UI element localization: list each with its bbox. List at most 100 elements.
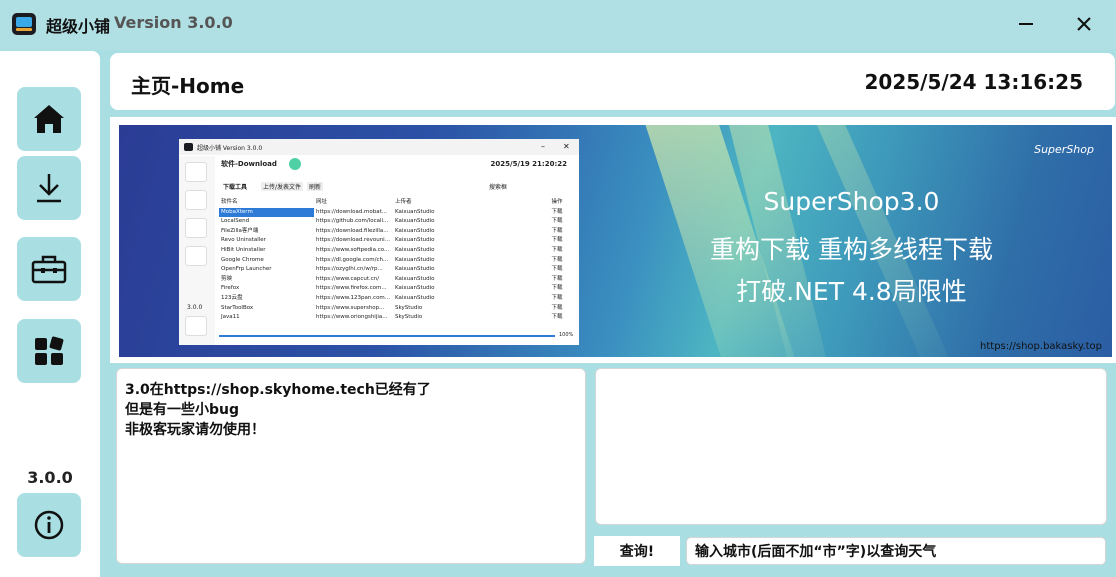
sidebar-item-apps[interactable]	[17, 319, 81, 383]
screenshot-title: 超级小铺 Version 3.0.0	[197, 145, 263, 152]
screenshot-cell: 下载	[551, 275, 563, 282]
announcement-line: 3.0在https://shop.skyhome.tech已经有了	[125, 382, 431, 398]
screenshot-table-row: 剪映 https://www.capcut.cn/KaixuanStudio 下载	[219, 275, 575, 285]
query-weather-button[interactable]: 查询!	[594, 536, 680, 566]
screenshot-cell: 下载	[551, 294, 563, 301]
screenshot-apps-icon	[185, 246, 207, 266]
sidebar-item-home[interactable]	[17, 87, 81, 151]
screenshot-table: 软件名 网址 上传者 操作 MobaXterm https://download.moba…	[219, 198, 575, 323]
screenshot-cell: https://ozyglhi.cn/w/rp...	[316, 266, 383, 273]
close-button[interactable]	[1064, 5, 1104, 43]
apps-icon	[35, 336, 64, 365]
screenshot-table-row: 123云盘 https://www.123pan.com... KaixuanStu…	[219, 294, 575, 304]
sidebar-item-toolbox[interactable]	[17, 237, 81, 301]
screenshot-cell: 下载	[551, 246, 563, 253]
screenshot-cell: KaixuanStudio	[395, 266, 435, 273]
screenshot-cell: Firefox	[221, 285, 240, 292]
sidebar: 3.0.0	[0, 51, 100, 577]
screenshot-table-row: FileZilla客户端 https://download.filezilla..…	[219, 227, 575, 237]
screenshot-table-header: 软件名 网址 上传者 操作	[219, 198, 575, 208]
weather-result-panel	[595, 368, 1107, 525]
app-version: Version 3.0.0	[114, 13, 233, 32]
screenshot-cell: 下载	[551, 304, 563, 311]
screenshot-table-row: HiBit Uninstaller https://www.softpedia.c…	[219, 246, 575, 256]
screenshot-cell: HiBit Uninstaller	[221, 246, 266, 253]
banner-app-screenshot: 超级小铺 Version 3.0.0 – ✕ 3.0.0 软件-Download…	[179, 139, 579, 345]
home-icon	[34, 105, 64, 133]
screenshot-info-icon	[185, 316, 207, 336]
screenshot-cell: KaixuanStudio	[395, 208, 435, 215]
screenshot-cell: StarToolBox	[221, 304, 254, 311]
sidebar-item-download[interactable]	[17, 156, 81, 220]
app-title: 超级小铺	[46, 17, 111, 36]
promo-banner[interactable]: 超级小铺 Version 3.0.0 – ✕ 3.0.0 软件-Download…	[119, 125, 1112, 357]
screenshot-cell: 下载	[551, 237, 563, 244]
screenshot-cell: KaixuanStudio	[395, 246, 435, 253]
info-icon	[34, 510, 64, 540]
screenshot-cell: 剪映	[221, 275, 233, 282]
screenshot-cell: https://www.softpedia.co...	[316, 246, 390, 253]
app-version-label: 3.0.0	[27, 468, 73, 487]
minimize-icon	[1019, 23, 1033, 25]
banner-logo: SuperShop	[1034, 143, 1094, 156]
screenshot-refresh-button: 刷新	[307, 182, 324, 191]
screenshot-cell: SkyStudio	[395, 314, 423, 321]
page-title: 主页-Home	[131, 74, 245, 98]
screenshot-minimize-icon: –	[541, 142, 545, 151]
screenshot-table-row: Java11 https://www.oriongshijia... SkyStud…	[219, 313, 575, 323]
datetime-clock: 2025/5/24 13:16:25	[864, 70, 1083, 94]
screenshot-cell: KaixuanStudio	[395, 256, 435, 263]
download-icon	[37, 174, 61, 203]
screenshot-cell: 下载	[551, 218, 563, 225]
screenshot-cell: https://www.firefox.com...	[316, 285, 387, 292]
screenshot-table-row: MobaXterm https://download.mobat... Kaixua…	[219, 207, 575, 218]
screenshot-app-icon	[184, 143, 193, 151]
screenshot-title-bar: 超级小铺 Version 3.0.0 – ✕	[179, 139, 579, 155]
screenshot-cell: Java11	[221, 314, 240, 321]
toolbox-icon	[31, 255, 67, 284]
screenshot-cell: 上传者	[395, 199, 412, 205]
banner-subline-1: 重构下载 重构多线程下载	[710, 235, 993, 264]
screenshot-upload-button: 上传/发表文件	[261, 182, 304, 191]
banner-url: https://shop.bakasky.top	[980, 341, 1102, 352]
screenshot-cell: MobaXterm	[219, 207, 314, 218]
screenshot-cell: OpenFrp Launcher	[221, 266, 272, 273]
title-bar: 超级小铺 Version 3.0.0	[0, 0, 1116, 50]
screenshot-go-icon	[289, 158, 301, 170]
screenshot-cell: 下载	[551, 256, 563, 263]
screenshot-cell: KaixuanStudio	[395, 275, 435, 282]
screenshot-search-box: 搜索框	[489, 184, 508, 191]
screenshot-cell: KaixuanStudio	[395, 294, 435, 301]
screenshot-cell: 操作	[551, 199, 563, 205]
screenshot-datetime: 2025/5/19 21:20:22	[490, 160, 567, 168]
minimize-button[interactable]	[1006, 5, 1046, 43]
screenshot-header: 软件-Download	[221, 160, 277, 168]
screenshot-toolbox-icon	[185, 218, 207, 238]
bottom-strip	[100, 572, 1116, 577]
screenshot-cell: https://www.123pan.com...	[316, 294, 391, 301]
screenshot-cell: https://www.oriongshijia...	[316, 314, 388, 321]
screenshot-cell: 网址	[316, 199, 328, 205]
screenshot-table-row: Google Chrome https://dl.google.com/ch...…	[219, 256, 575, 266]
screenshot-sidebar: 3.0.0	[179, 156, 215, 345]
screenshot-cell: https://download.mobat...	[316, 208, 388, 215]
screenshot-cell: LocalSend	[221, 218, 250, 225]
banner-container: 超级小铺 Version 3.0.0 – ✕ 3.0.0 软件-Download…	[110, 117, 1116, 363]
sidebar-item-about[interactable]	[17, 493, 81, 557]
screenshot-cell: KaixuanStudio	[395, 218, 435, 225]
screenshot-cell: KaixuanStudio	[395, 237, 435, 244]
announcement-line: 但是有一些小bug	[125, 402, 240, 418]
screenshot-table-row: Firefox https://www.firefox.com... Kaixuan…	[219, 284, 575, 294]
screenshot-cell: 下载	[551, 314, 563, 321]
announcement-panel: 3.0在https://shop.skyhome.tech已经有了 但是有一些小…	[116, 368, 586, 564]
screenshot-download-icon	[185, 190, 207, 210]
screenshot-table-row: LocalSend https://github.com/locali... Kai…	[219, 217, 575, 227]
screenshot-cell: 下载	[551, 227, 563, 234]
city-input[interactable]	[686, 537, 1106, 565]
close-icon	[1077, 17, 1091, 31]
screenshot-cell: https://dl.google.com/ch...	[316, 256, 389, 263]
screenshot-cell: Google Chrome	[221, 256, 264, 263]
screenshot-cell: 下载	[551, 285, 563, 292]
screenshot-version: 3.0.0	[187, 304, 203, 311]
screenshot-tool-label: 下载工具	[223, 184, 248, 191]
